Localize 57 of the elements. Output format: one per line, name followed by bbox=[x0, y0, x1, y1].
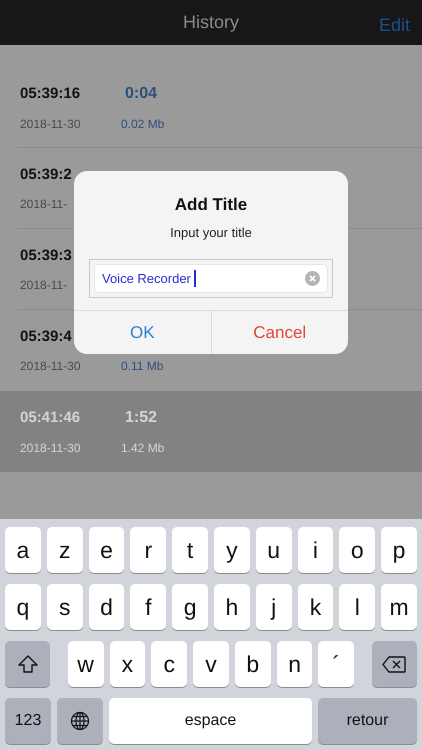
recording-time: 05:39:3 bbox=[20, 246, 73, 266]
recording-size: 1.42 Mb bbox=[121, 440, 164, 457]
recording-date: 2018-11-30 bbox=[20, 116, 82, 133]
key[interactable]: m bbox=[381, 584, 417, 630]
key[interactable]: g bbox=[172, 584, 208, 630]
recording-duration: 1:52 bbox=[125, 408, 158, 428]
key[interactable]: i bbox=[298, 527, 334, 573]
key[interactable]: v bbox=[193, 641, 229, 687]
shift-key[interactable] bbox=[5, 641, 50, 687]
key[interactable]: a bbox=[5, 527, 41, 573]
dialog-title: Add Title bbox=[174, 194, 248, 216]
globe-icon bbox=[70, 711, 90, 731]
recording-date: 2018-11- bbox=[20, 196, 68, 214]
key[interactable]: t bbox=[172, 527, 208, 573]
key[interactable]: k bbox=[298, 584, 334, 630]
screen-title: History bbox=[182, 11, 239, 34]
globe-key[interactable] bbox=[57, 698, 103, 744]
delete-key[interactable] bbox=[372, 641, 417, 687]
dialog-message: Input your title bbox=[170, 224, 252, 242]
key[interactable]: p bbox=[381, 527, 417, 573]
recording-time: 05:39:16 bbox=[20, 84, 82, 104]
recording-row[interactable]: 05:39:16 0:04 2018-11-30 0.02 Mb bbox=[0, 67, 422, 148]
key[interactable]: b bbox=[234, 641, 271, 687]
key[interactable]: s bbox=[46, 584, 83, 630]
key[interactable]: j bbox=[256, 584, 292, 630]
key[interactable]: h bbox=[214, 584, 250, 630]
space-key[interactable]: espace bbox=[109, 698, 312, 744]
return-key[interactable]: retour bbox=[318, 698, 417, 744]
backspace-icon bbox=[382, 656, 406, 672]
key[interactable]: u bbox=[256, 527, 292, 573]
recording-date: 2018-11-30 bbox=[20, 440, 82, 457]
key[interactable]: z bbox=[46, 527, 83, 573]
recording-time: 05:39:2 bbox=[20, 164, 73, 185]
key[interactable]: w bbox=[68, 641, 104, 687]
key[interactable]: e bbox=[88, 527, 124, 573]
recording-size: 0.02 Mb bbox=[121, 116, 164, 133]
numbers-key[interactable]: 123 bbox=[5, 698, 51, 744]
recording-date: 2018-11-30 bbox=[20, 358, 82, 376]
key[interactable]: f bbox=[130, 584, 166, 630]
key[interactable]: q bbox=[5, 584, 41, 630]
recording-time: 05:41:46 bbox=[20, 408, 82, 428]
text-cursor bbox=[194, 270, 196, 287]
recording-size: 0.11 Mb bbox=[121, 358, 164, 376]
recording-duration: 0:04 bbox=[125, 84, 158, 104]
cancel-button[interactable]: Cancel bbox=[210, 311, 348, 354]
key[interactable]: y bbox=[214, 527, 250, 573]
key[interactable]: x bbox=[110, 641, 146, 687]
key[interactable]: n bbox=[276, 641, 312, 687]
key[interactable]: l bbox=[339, 584, 376, 630]
key[interactable]: c bbox=[151, 641, 188, 687]
key[interactable]: ´ bbox=[318, 641, 354, 687]
key[interactable]: r bbox=[130, 527, 166, 573]
key[interactable]: o bbox=[339, 527, 376, 573]
title-field[interactable]: Voice Recorder bbox=[94, 264, 328, 293]
ok-button[interactable]: OK bbox=[74, 311, 210, 354]
key[interactable]: d bbox=[88, 584, 124, 630]
shift-icon bbox=[18, 655, 38, 673]
